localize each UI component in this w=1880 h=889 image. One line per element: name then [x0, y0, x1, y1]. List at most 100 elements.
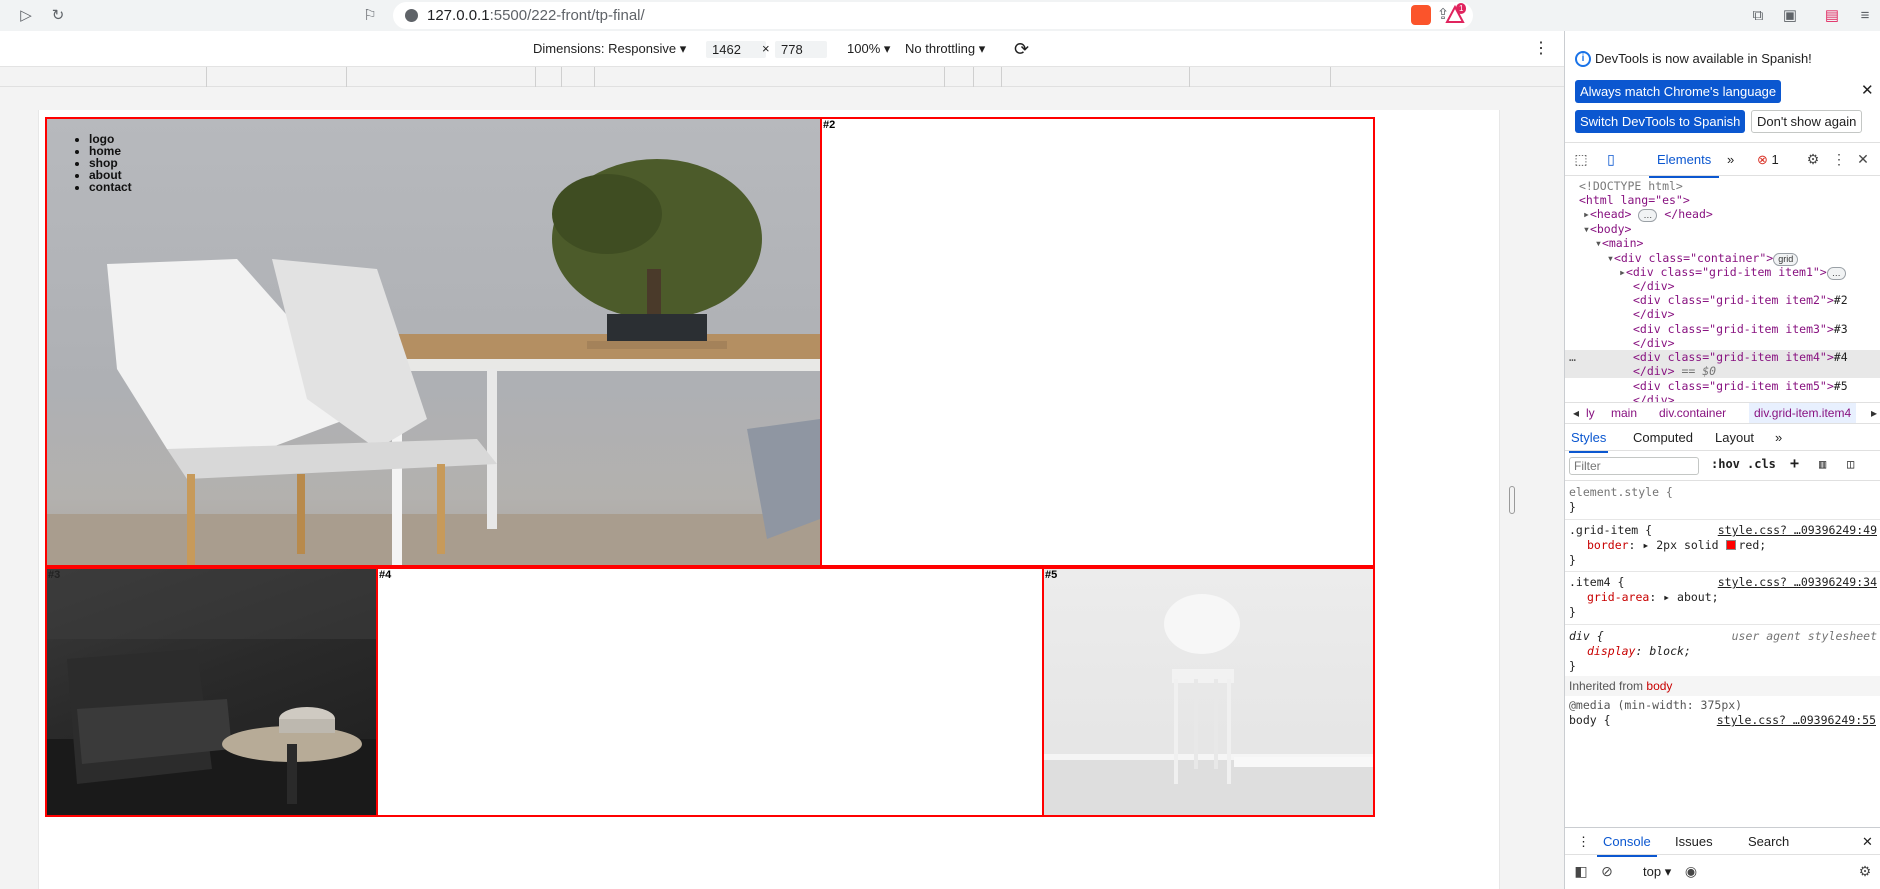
grid-item-4: #4 [376, 567, 1044, 817]
more-style-tabs-icon[interactable]: » [1775, 425, 1782, 451]
media-query-ruler[interactable] [0, 67, 1564, 87]
close-drawer-icon[interactable]: ✕ [1862, 828, 1873, 855]
breadcrumb-scroll-left-icon[interactable]: ◂ [1573, 403, 1579, 423]
tab-computed[interactable]: Computed [1633, 425, 1693, 451]
brave-shield-icon[interactable] [1411, 5, 1431, 25]
resize-handle[interactable] [1509, 486, 1515, 514]
styles-filter-row: Filter :hov .cls + ▥ ◫ [1565, 451, 1880, 481]
throttling-dropdown[interactable]: No throttling ▾ [905, 31, 985, 67]
tab-layout[interactable]: Layout [1715, 425, 1754, 451]
item4-source-link[interactable]: style.css? …09396249:34 [1718, 575, 1877, 589]
item4-node[interactable]: <div class="grid-item item4">#4 [1633, 350, 1848, 364]
head-node[interactable]: ▸<head> … </head> [1583, 207, 1713, 222]
tab-elements[interactable]: Elements [1649, 143, 1720, 178]
browser-toolbar: ▷ ↻ ⚐ 127.0.0.1:5500/222-front/tp-final/… [0, 0, 1880, 31]
bookmark-icon[interactable]: ⚐ [360, 6, 380, 26]
close-devtools-icon[interactable]: ✕ [1855, 151, 1871, 167]
drawer-menu-icon[interactable]: ⋮ [1577, 828, 1590, 855]
address-bar[interactable]: 127.0.0.1:5500/222-front/tp-final/ ⇪ [393, 2, 1473, 29]
always-match-language-button[interactable]: Always match Chrome's language [1575, 80, 1782, 103]
item2-node[interactable]: <div class="grid-item item2">#2 [1633, 293, 1848, 307]
site-info-icon[interactable] [405, 9, 418, 22]
error-counter[interactable]: ⊗ 1 [1757, 143, 1779, 176]
item5-node[interactable]: <div class="grid-item item5">#5 [1633, 379, 1848, 393]
element-style-selector[interactable]: element.style { [1569, 485, 1673, 500]
device-toggle-icon[interactable]: ▯ [1603, 151, 1619, 167]
item2-close-node[interactable]: </div> [1633, 307, 1675, 321]
more-tabs-icon[interactable]: » [1727, 143, 1734, 176]
settings-gear-icon[interactable]: ⚙ [1805, 151, 1821, 167]
inherited-body-link[interactable]: body [1646, 679, 1672, 693]
devtools-menu-icon[interactable]: ⋮ [1831, 151, 1847, 167]
hov-toggle[interactable]: :hov [1711, 457, 1740, 471]
toggle-sidebar-icon[interactable]: ◫ [1847, 457, 1854, 471]
styles-filter-input[interactable]: Filter [1569, 457, 1699, 475]
breadcrumb-scroll-right-icon[interactable]: ▸ [1871, 403, 1877, 423]
dont-show-again-button[interactable]: Don't show again [1751, 110, 1863, 133]
play-icon[interactable]: ▷ [16, 6, 36, 26]
tab-search[interactable]: Search [1748, 828, 1789, 855]
border-declaration[interactable]: border: ▸ 2px solid red; [1587, 538, 1766, 553]
brave-rewards-icon[interactable]: 1 [1445, 3, 1467, 25]
console-settings-icon[interactable]: ⚙ [1857, 863, 1873, 879]
div-selector[interactable]: div { [1569, 629, 1604, 644]
switch-to-spanish-button[interactable]: Switch DevTools to Spanish [1575, 110, 1746, 133]
body-selector[interactable]: body { [1569, 713, 1611, 728]
url-text[interactable]: 127.0.0.1:5500/222-front/tp-final/ [427, 2, 645, 29]
html-node[interactable]: <html lang="es"> [1579, 193, 1690, 207]
grid-item-3: #3 [45, 567, 378, 817]
main-node[interactable]: ▾<main> [1595, 236, 1643, 250]
wallet-icon[interactable]: ▤ [1822, 6, 1842, 26]
container-node[interactable]: ▾<div class="container"> grid [1607, 251, 1799, 266]
extensions-icon[interactable]: ⧉ [1748, 6, 1768, 26]
cls-toggle[interactable]: .cls [1747, 457, 1776, 471]
node-actions-icon[interactable]: … [1569, 350, 1576, 364]
styles-tabs: Styles Computed Layout » [1565, 425, 1880, 453]
drawer-tabs: ⋮ Console Issues Search ✕ [1565, 827, 1880, 857]
paint-icon[interactable]: ▥ [1819, 457, 1826, 471]
item4-selector[interactable]: .item4 { [1569, 575, 1624, 590]
item5-close-node[interactable]: </div> [1633, 393, 1675, 402]
new-rule-icon[interactable]: + [1790, 454, 1799, 472]
breadcrumb: ◂ ly main div.container div.grid-item.it… [1565, 402, 1880, 424]
body-node[interactable]: ▾<body> [1583, 222, 1631, 236]
tab-issues[interactable]: Issues [1675, 828, 1713, 855]
width-input[interactable]: 1462 [706, 41, 766, 58]
breadcrumb-body[interactable]: ly [1586, 403, 1595, 423]
menu-icon[interactable]: ≡ [1855, 6, 1875, 26]
more-options-icon[interactable]: ⋮ [1533, 31, 1549, 67]
breadcrumb-container[interactable]: div.container [1659, 403, 1726, 423]
console-sidebar-icon[interactable]: ◧ [1573, 863, 1589, 879]
red-color-swatch[interactable] [1725, 540, 1736, 550]
body-source-link[interactable]: style.css? …09396249:55 [1717, 713, 1876, 727]
dom-tree[interactable]: <!DOCTYPE html> <html lang="es"> ▸<head>… [1565, 176, 1880, 402]
inherited-header: Inherited from body [1565, 676, 1880, 696]
grid-item-selector[interactable]: .grid-item { [1569, 523, 1652, 538]
item3-node[interactable]: <div class="grid-item item3">#3 [1633, 322, 1848, 336]
dimensions-dropdown[interactable]: Dimensions: Responsive ▾ [533, 31, 686, 67]
grid-item-source-link[interactable]: style.css? …09396249:49 [1718, 523, 1877, 537]
item3-close-node[interactable]: </div> [1633, 336, 1675, 350]
height-input[interactable]: 778 [775, 41, 827, 58]
zoom-dropdown[interactable]: 100% ▾ [847, 31, 890, 67]
styles-rules[interactable]: element.style { } .grid-item { style.css… [1565, 481, 1880, 713]
item1-close-node[interactable]: </div> [1633, 279, 1675, 293]
tab-console[interactable]: Console [1597, 828, 1657, 857]
context-dropdown[interactable]: top ▾ [1643, 863, 1671, 881]
reload-icon[interactable]: ↻ [48, 6, 68, 26]
item4-close-node[interactable]: </div> == $0 [1633, 364, 1716, 378]
main-nav: logo home shop about contact [89, 133, 132, 193]
breadcrumb-item4[interactable]: div.grid-item.item4 [1749, 403, 1857, 423]
clear-console-icon[interactable]: ⊘ [1599, 863, 1615, 879]
breadcrumb-main[interactable]: main [1611, 403, 1637, 423]
nav-item-contact[interactable]: contact [89, 181, 132, 193]
live-expression-eye-icon[interactable]: ◉ [1683, 863, 1699, 879]
item1-node[interactable]: ▸<div class="grid-item item1">… [1619, 265, 1846, 280]
grid-area-declaration[interactable]: grid-area: ▸ about; [1587, 590, 1719, 605]
inspect-element-icon[interactable]: ⬚ [1573, 151, 1589, 167]
close-notice-icon[interactable]: ✕ [1861, 81, 1874, 99]
tab-styles[interactable]: Styles [1569, 425, 1609, 453]
doctype-node[interactable]: <!DOCTYPE html> [1579, 179, 1683, 193]
rotate-icon[interactable]: ⟳ [1014, 31, 1029, 67]
sidebar-icon[interactable]: ▣ [1780, 6, 1800, 26]
